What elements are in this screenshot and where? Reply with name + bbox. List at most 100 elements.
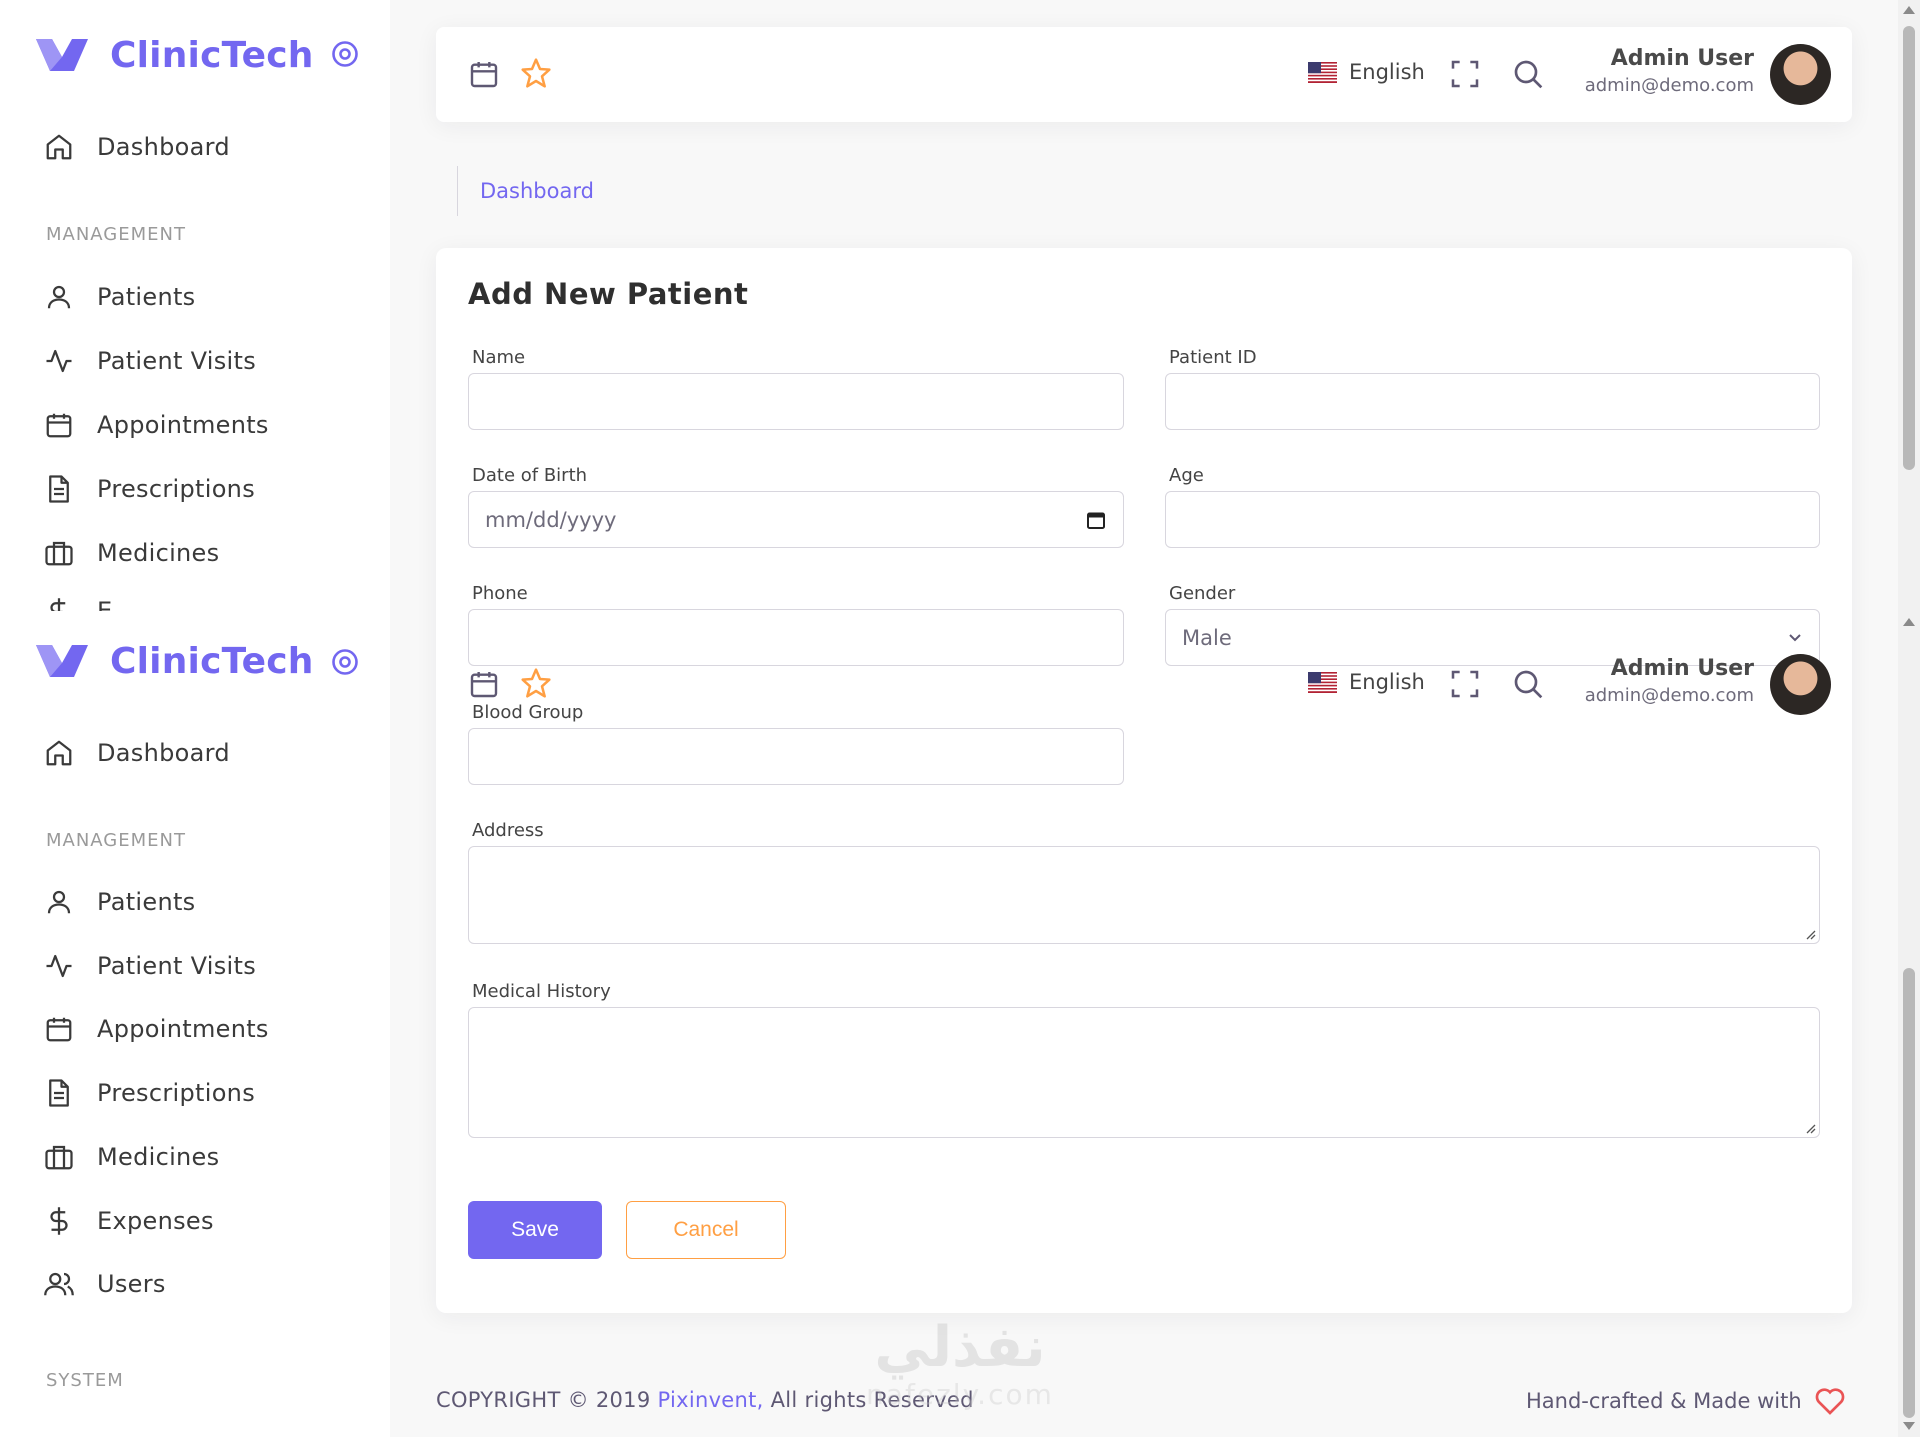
address-textarea[interactable] bbox=[468, 846, 1820, 944]
calendar-icon bbox=[46, 1017, 72, 1042]
medical-history-textarea[interactable] bbox=[468, 1007, 1820, 1138]
sidebar-item-label: Medicines bbox=[97, 1143, 220, 1171]
heart-icon bbox=[1815, 1388, 1844, 1415]
scrollbar-bottom[interactable] bbox=[1898, 616, 1920, 1437]
sidebar-item-medicines[interactable]: Medicines bbox=[44, 533, 219, 573]
sidebar-item-users[interactable]: Users bbox=[44, 1264, 166, 1304]
dob-placeholder: mm/dd/yyyy bbox=[485, 507, 617, 532]
company-link[interactable]: Pixinvent, bbox=[657, 1388, 763, 1412]
sidebar-item-label: Dashboard bbox=[97, 133, 230, 161]
user-icon bbox=[47, 890, 71, 914]
top-navbar: English Admin User admin@demo.com bbox=[436, 27, 1852, 122]
blood-group-input[interactable] bbox=[468, 728, 1124, 785]
sidebar-item-label: Appointments bbox=[97, 411, 269, 439]
sidebar-item-patient-visits[interactable]: Patient Visits bbox=[44, 341, 256, 381]
search-icon[interactable] bbox=[1512, 668, 1544, 700]
user-name: Admin User bbox=[1610, 46, 1754, 71]
sidebar-item-patients[interactable]: Patients bbox=[44, 277, 195, 317]
star-icon[interactable] bbox=[520, 667, 552, 699]
sidebar-item-label: Patients bbox=[97, 888, 196, 916]
sidebar-item-patients[interactable]: Patients bbox=[44, 882, 195, 922]
scroll-up-arrow[interactable] bbox=[1903, 6, 1915, 14]
language-dropdown[interactable]: English bbox=[1308, 60, 1425, 84]
brand-name: ClinicTech bbox=[110, 34, 314, 76]
fullscreen-icon[interactable] bbox=[1449, 58, 1481, 90]
fullscreen-icon[interactable] bbox=[1449, 668, 1481, 700]
star-icon[interactable] bbox=[520, 57, 552, 89]
patient-id-input[interactable] bbox=[1165, 373, 1820, 430]
sidebar-item-medicines[interactable]: Medicines bbox=[44, 1137, 219, 1177]
brand-logo[interactable]: ClinicTech bbox=[34, 634, 314, 688]
sidebar-item-dashboard[interactable]: Dashboard bbox=[44, 733, 230, 773]
name-label: Name bbox=[472, 347, 526, 368]
sidebar-item-label: Patient Visits bbox=[97, 347, 257, 375]
phone-label: Phone bbox=[472, 583, 528, 604]
sidebar-top: ClinicTech Dashboard MANAGEMENT Patients… bbox=[0, 0, 390, 612]
medical-history-label: Medical History bbox=[472, 981, 611, 1002]
sidebar-item-patient-visits[interactable]: Patient Visits bbox=[44, 946, 256, 986]
sidebar-item-dashboard[interactable]: Dashboard bbox=[44, 127, 230, 167]
age-input[interactable] bbox=[1165, 491, 1820, 548]
resize-grip-icon[interactable] bbox=[1804, 928, 1816, 940]
save-button[interactable]: Save bbox=[468, 1201, 602, 1259]
dollar-icon bbox=[50, 598, 66, 611]
sidebar-item-label: Dashboard bbox=[97, 739, 230, 767]
address-label: Address bbox=[472, 820, 544, 841]
add-patient-card: Add New Patient Name Patient ID Date of … bbox=[436, 248, 1852, 1313]
briefcase-icon bbox=[45, 1145, 73, 1170]
language-dropdown[interactable]: English bbox=[1308, 670, 1425, 694]
sidebar-item-label: E bbox=[97, 597, 113, 611]
sidebar-item-expenses[interactable]: Expenses bbox=[44, 1201, 214, 1241]
scrollbar-top[interactable] bbox=[1898, 0, 1920, 620]
us-flag-icon bbox=[1308, 671, 1337, 693]
sidebar-item-prescriptions[interactable]: Prescriptions bbox=[44, 469, 255, 509]
sidebar-item-label: Users bbox=[97, 1270, 166, 1298]
brand-logo[interactable]: ClinicTech bbox=[34, 28, 314, 82]
sidebar-item-label: Appointments bbox=[97, 1015, 269, 1043]
scroll-thumb[interactable] bbox=[1903, 968, 1915, 1418]
user-icon bbox=[47, 285, 71, 309]
user-info[interactable]: Admin User admin@demo.com bbox=[1585, 46, 1754, 96]
scroll-up-arrow[interactable] bbox=[1903, 618, 1915, 626]
user-info[interactable]: Admin User admin@demo.com bbox=[1585, 656, 1754, 706]
sidebar-item-prescriptions[interactable]: Prescriptions bbox=[44, 1073, 255, 1113]
logo-icon bbox=[36, 645, 88, 677]
collapse-toggle-icon[interactable] bbox=[331, 648, 359, 676]
search-icon[interactable] bbox=[1512, 58, 1544, 90]
footer-tagline: Hand-crafted & Made with bbox=[1526, 1386, 1846, 1416]
user-name: Admin User bbox=[1610, 656, 1754, 681]
avatar[interactable] bbox=[1770, 44, 1831, 105]
cancel-button[interactable]: Cancel bbox=[626, 1201, 786, 1259]
sidebar-item-expenses-partial[interactable]: E bbox=[44, 597, 112, 611]
collapse-toggle-icon[interactable] bbox=[331, 40, 359, 68]
dob-label: Date of Birth bbox=[472, 465, 588, 486]
watermark-arabic: نفذلي bbox=[874, 1315, 1046, 1380]
logo-icon bbox=[36, 39, 88, 71]
file-text-icon bbox=[49, 475, 69, 503]
section-management: MANAGEMENT bbox=[46, 830, 186, 851]
sidebar-item-label: Patients bbox=[97, 283, 196, 311]
scroll-thumb[interactable] bbox=[1903, 26, 1915, 470]
calendar-icon[interactable] bbox=[468, 58, 500, 90]
breadcrumb-item-dashboard[interactable]: Dashboard bbox=[480, 179, 594, 203]
gender-label: Gender bbox=[1169, 583, 1236, 604]
file-text-icon bbox=[49, 1079, 69, 1107]
age-label: Age bbox=[1169, 465, 1204, 486]
resize-grip-icon[interactable] bbox=[1804, 1122, 1816, 1134]
date-picker-icon[interactable] bbox=[1087, 511, 1105, 529]
avatar[interactable] bbox=[1770, 654, 1831, 715]
user-email: admin@demo.com bbox=[1584, 75, 1754, 96]
sidebar-item-appointments[interactable]: Appointments bbox=[44, 1009, 269, 1049]
us-flag-icon bbox=[1308, 61, 1337, 83]
dob-input[interactable]: mm/dd/yyyy bbox=[468, 491, 1124, 548]
sidebar-item-label: Patient Visits bbox=[97, 952, 257, 980]
name-input[interactable] bbox=[468, 373, 1124, 430]
calendar-icon[interactable] bbox=[468, 668, 500, 700]
language-label: English bbox=[1349, 60, 1425, 84]
brand-name: ClinicTech bbox=[110, 640, 314, 682]
briefcase-icon bbox=[45, 541, 73, 566]
copyright-text: COPYRIGHT © 2019 bbox=[436, 1388, 658, 1412]
scroll-down-arrow[interactable] bbox=[1903, 1422, 1915, 1430]
dollar-icon bbox=[50, 1207, 68, 1235]
sidebar-item-appointments[interactable]: Appointments bbox=[44, 405, 269, 445]
